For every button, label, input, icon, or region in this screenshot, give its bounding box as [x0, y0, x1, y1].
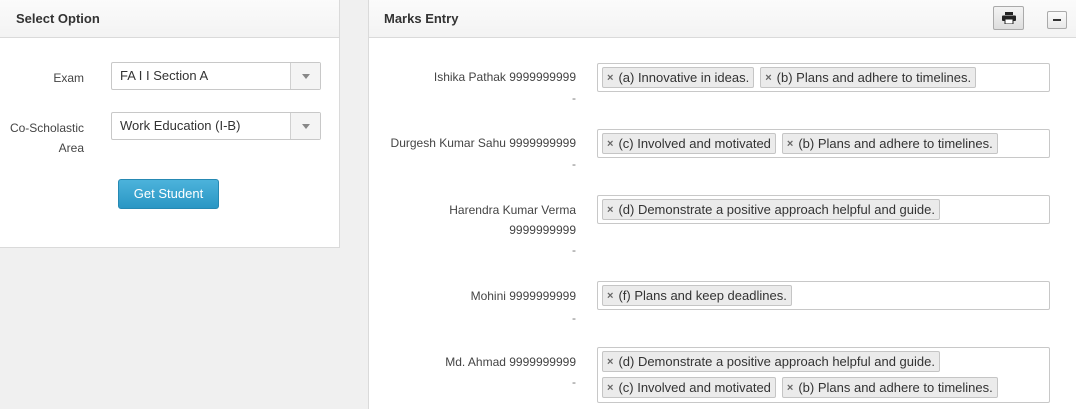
assessment-tag: × (c) Involved and motivated	[602, 133, 776, 154]
print-button[interactable]	[993, 6, 1024, 30]
tag-label: (b) Plans and adhere to timelines.	[776, 70, 972, 85]
assessment-tag: × (b) Plans and adhere to timelines.	[781, 377, 998, 398]
remove-tag-icon[interactable]: ×	[787, 382, 793, 394]
tag-label: (d) Demonstrate a positive approach help…	[618, 202, 935, 217]
select-option-title: Select Option	[16, 11, 100, 26]
student-dash: -	[572, 311, 576, 325]
student-dash: -	[572, 243, 576, 257]
assessment-tag: × (a) Innovative in ideas.	[602, 67, 755, 88]
student-name: Harendra Kumar Verma	[449, 203, 576, 217]
area-select-arrow[interactable]	[290, 113, 320, 139]
student-dash: -	[572, 91, 576, 105]
student-name-line2: 9999999999	[509, 223, 576, 237]
marks-entry-title: Marks Entry	[384, 11, 459, 26]
exam-select-arrow[interactable]	[290, 63, 320, 89]
assessment-tag-input[interactable]: × (d) Demonstrate a positive approach hel…	[597, 347, 1050, 403]
remove-tag-icon[interactable]: ×	[607, 290, 613, 302]
remove-tag-icon[interactable]: ×	[607, 138, 613, 150]
assessment-tag-input[interactable]: × (f) Plans and keep deadlines.	[597, 281, 1050, 310]
student-dash: -	[572, 375, 576, 389]
assessment-tag-input[interactable]: × (c) Involved and motivated × (b) Plans a…	[597, 129, 1050, 158]
remove-tag-icon[interactable]: ×	[607, 72, 613, 84]
remove-tag-icon[interactable]: ×	[787, 138, 793, 150]
assessment-tag: × (d) Demonstrate a positive approach hel…	[602, 351, 940, 372]
student-name: Mohini 9999999999	[470, 289, 576, 303]
area-label-line2: Area	[58, 141, 84, 155]
tag-label: (d) Demonstrate a positive approach help…	[618, 354, 935, 369]
select-option-header: Select Option	[0, 0, 339, 38]
student-dash: -	[572, 157, 576, 171]
co-scholastic-area-select[interactable]: Work Education (I-B)	[111, 112, 321, 140]
student-name: Durgesh Kumar Sahu 9999999999	[390, 136, 576, 150]
exam-select-value: FA I I Section A	[120, 68, 209, 83]
tag-label: (b) Plans and adhere to timelines.	[798, 136, 993, 151]
remove-tag-icon[interactable]: ×	[607, 356, 613, 368]
marks-entry-panel: Marks Entry Ishika Pathak 9999999999 - ×…	[368, 0, 1076, 409]
exam-label: Exam	[53, 71, 84, 85]
get-student-button[interactable]: Get Student	[118, 179, 219, 209]
tag-label: (c) Involved and motivated	[618, 380, 771, 395]
chevron-down-icon	[301, 73, 310, 79]
tag-label: (f) Plans and keep deadlines.	[618, 288, 787, 303]
page: Select Option Exam FA I I Section A Co-S…	[0, 0, 1076, 409]
remove-tag-icon[interactable]: ×	[607, 382, 613, 394]
print-icon	[1001, 12, 1016, 24]
student-name: Ishika Pathak 9999999999	[433, 70, 576, 84]
exam-select[interactable]: FA I I Section A	[111, 62, 321, 90]
remove-tag-icon[interactable]: ×	[607, 204, 613, 216]
area-label-line1: Co-Scholastic	[9, 121, 84, 135]
marks-entry-header: Marks Entry	[369, 0, 1076, 38]
assessment-tag: × (b) Plans and adhere to timelines.	[781, 133, 998, 154]
chevron-down-icon	[301, 123, 310, 129]
assessment-tag: × (f) Plans and keep deadlines.	[602, 285, 792, 306]
tag-label: (b) Plans and adhere to timelines.	[798, 380, 993, 395]
area-select-value: Work Education (I-B)	[120, 118, 241, 133]
tag-label: (a) Innovative in ideas.	[618, 70, 750, 85]
minus-icon	[1053, 19, 1061, 21]
select-option-panel: Select Option Exam FA I I Section A Co-S…	[0, 0, 340, 248]
assessment-tag: × (d) Demonstrate a positive approach hel…	[602, 199, 940, 220]
assessment-tag-input[interactable]: × (d) Demonstrate a positive approach hel…	[597, 195, 1050, 224]
tag-label: (c) Involved and motivated	[618, 136, 771, 151]
remove-tag-icon[interactable]: ×	[765, 72, 771, 84]
assessment-tag: × (b) Plans and adhere to timelines.	[760, 67, 977, 88]
assessment-tag: × (c) Involved and motivated	[602, 377, 776, 398]
minimize-button[interactable]	[1047, 11, 1067, 29]
student-name: Md. Ahmad 9999999999	[445, 355, 576, 369]
assessment-tag-input[interactable]: × (a) Innovative in ideas. × (b) Plans and…	[597, 63, 1050, 92]
